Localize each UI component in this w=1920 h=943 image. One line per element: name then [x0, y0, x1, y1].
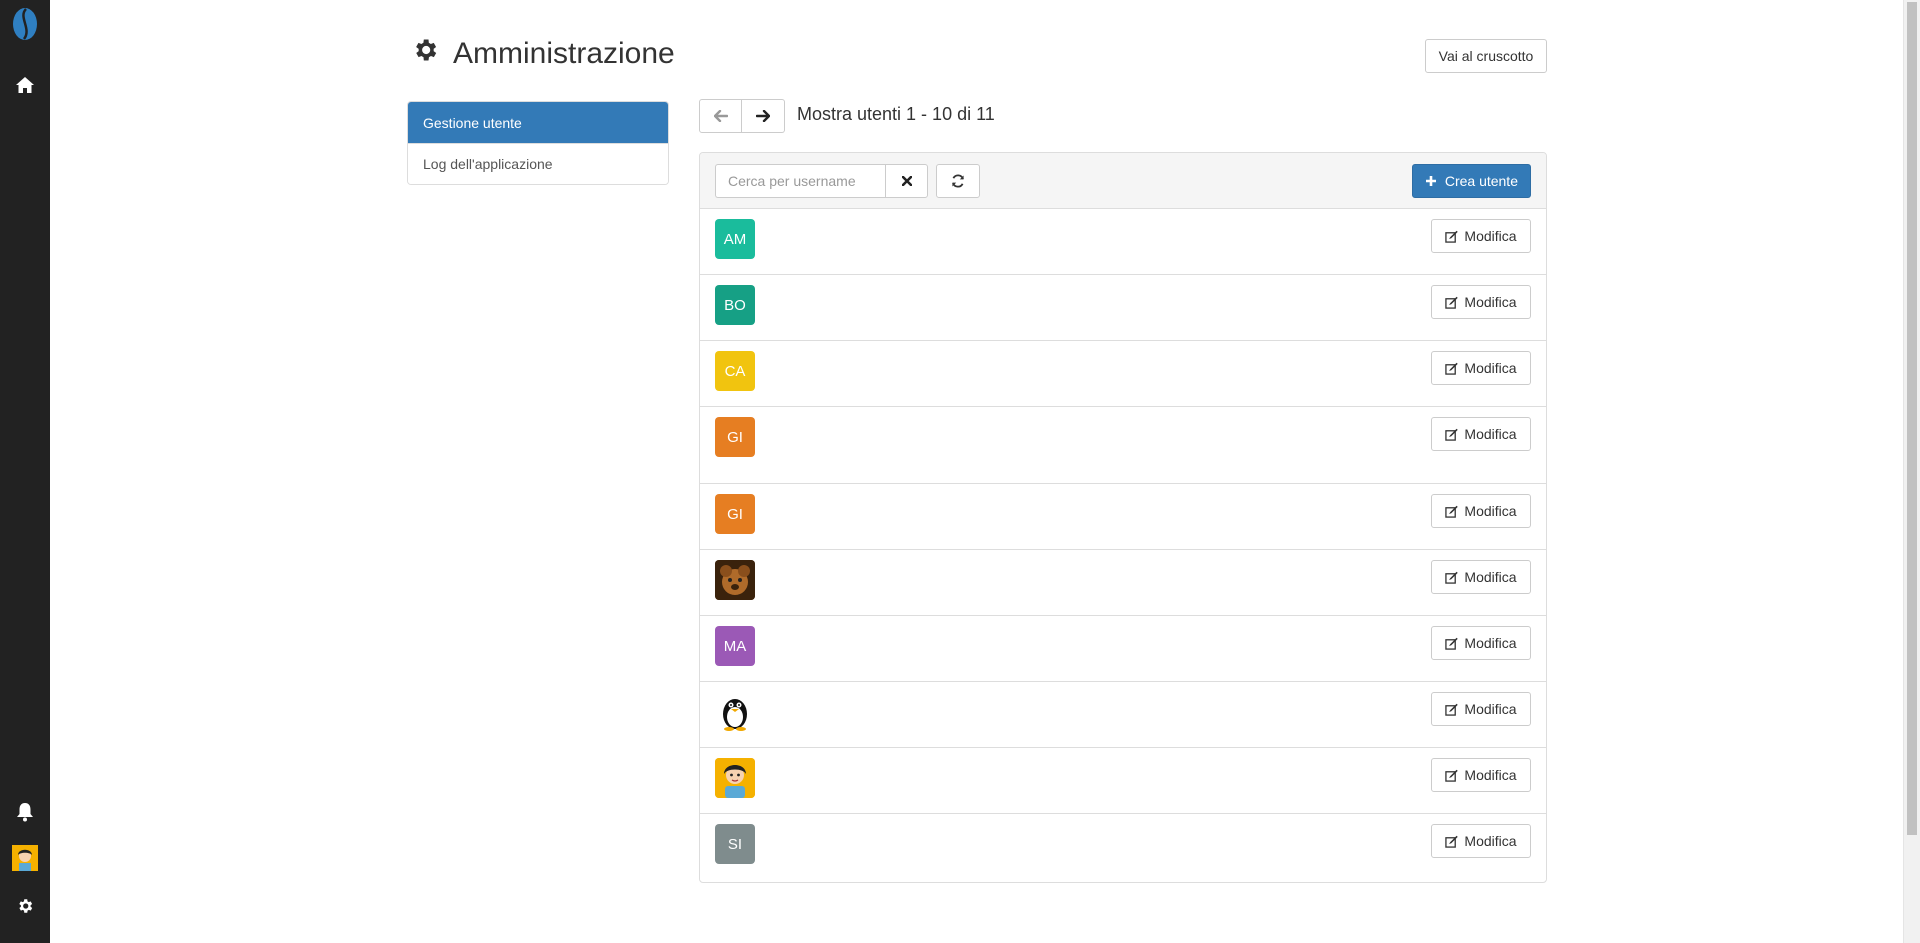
- user-initials: GI: [727, 505, 743, 523]
- user-avatar-icon[interactable]: [0, 838, 50, 878]
- edit-user-button[interactable]: Modifica: [1431, 285, 1531, 319]
- edit-icon: [1445, 505, 1459, 518]
- coffee-bean-logo-icon[interactable]: [0, 4, 50, 44]
- edit-icon: [1445, 703, 1459, 716]
- edit-user-button[interactable]: Modifica: [1431, 824, 1531, 858]
- pager-summary: Mostra utenti 1 - 10 di 11: [797, 104, 995, 124]
- edit-icon: [1445, 571, 1459, 584]
- edit-icon: [1445, 428, 1459, 441]
- edit-user-button[interactable]: Modifica: [1431, 692, 1531, 726]
- edit-icon: [1445, 769, 1459, 782]
- nav-item-user-management[interactable]: Gestione utente: [408, 102, 668, 143]
- user-avatar: CA: [715, 351, 755, 391]
- arrow-right-icon: [756, 110, 770, 122]
- user-row: GI Modifica: [700, 407, 1546, 484]
- edit-icon: [1445, 230, 1459, 243]
- user-avatar: GI: [715, 417, 755, 457]
- user-initials: AM: [723, 230, 747, 248]
- user-initials: GI: [727, 428, 743, 446]
- user-row: AM Modifica: [700, 209, 1546, 275]
- home-icon[interactable]: [0, 65, 50, 105]
- edit-user-button[interactable]: Modifica: [1431, 219, 1531, 253]
- page-title-text: Amministrazione: [453, 37, 675, 70]
- dog-photo-icon: [715, 560, 755, 600]
- edit-user-label: Modifica: [1464, 360, 1517, 376]
- bell-icon[interactable]: [0, 792, 50, 832]
- user-avatar: AM: [715, 219, 755, 259]
- gear-icon[interactable]: [0, 886, 50, 926]
- user-initials: BO: [724, 296, 746, 314]
- user-avatar: [715, 692, 755, 732]
- refresh-icon: [952, 174, 964, 188]
- user-initials: CA: [724, 362, 746, 380]
- user-row: BO Modifica: [700, 275, 1546, 341]
- edit-user-button[interactable]: Modifica: [1431, 417, 1531, 451]
- users-panel: Crea utente AM Modifica BO Modifica CA Modifi…: [699, 152, 1547, 883]
- user-row: Modifica: [700, 682, 1546, 748]
- user-avatar: SI: [715, 824, 755, 864]
- edit-icon: [1445, 835, 1459, 848]
- vertical-scrollbar[interactable]: [1903, 0, 1920, 943]
- penguin-photo-icon: [715, 692, 755, 732]
- edit-user-button[interactable]: Modifica: [1431, 758, 1531, 792]
- user-row: GI Modifica: [700, 484, 1546, 550]
- arrow-left-icon: [713, 110, 728, 122]
- create-user-label: Crea utente: [1444, 173, 1518, 189]
- previous-page-button[interactable]: [699, 99, 742, 133]
- pager: [699, 99, 785, 133]
- user-row: CA Modifica: [700, 341, 1546, 407]
- users-toolbar: Crea utente: [700, 153, 1546, 209]
- user-initials: MA: [723, 637, 747, 655]
- edit-user-label: Modifica: [1464, 228, 1517, 244]
- edit-icon: [1445, 362, 1459, 375]
- edit-user-label: Modifica: [1464, 503, 1517, 519]
- app-sidebar: [0, 0, 50, 943]
- close-icon: [901, 176, 912, 186]
- edit-user-label: Modifica: [1464, 635, 1517, 651]
- next-page-button[interactable]: [742, 99, 785, 133]
- edit-user-label: Modifica: [1464, 294, 1517, 310]
- admin-nav: Gestione utente Log dell'applicazione: [407, 101, 669, 185]
- edit-user-label: Modifica: [1464, 701, 1517, 717]
- plus-icon: [1425, 176, 1436, 186]
- edit-user-button[interactable]: Modifica: [1431, 626, 1531, 660]
- edit-user-label: Modifica: [1464, 833, 1517, 849]
- scrollbar-thumb[interactable]: [1907, 2, 1917, 835]
- user-row: SI Modifica: [700, 814, 1546, 880]
- user-avatar: [715, 758, 755, 798]
- edit-icon: [1445, 296, 1459, 309]
- cartoon-person-photo-icon: [715, 758, 755, 798]
- edit-user-button[interactable]: Modifica: [1431, 494, 1531, 528]
- user-avatar: GI: [715, 494, 755, 534]
- user-row: Modifica: [700, 550, 1546, 616]
- user-avatar: [715, 560, 755, 600]
- edit-user-label: Modifica: [1464, 426, 1517, 442]
- dashboard-button[interactable]: Vai al cruscotto: [1425, 39, 1547, 73]
- search-group: [715, 164, 928, 198]
- user-avatar: MA: [715, 626, 755, 666]
- create-user-button[interactable]: Crea utente: [1411, 164, 1531, 198]
- refresh-button[interactable]: [936, 164, 980, 198]
- gear-icon: [411, 36, 439, 72]
- edit-user-label: Modifica: [1464, 569, 1517, 585]
- clear-search-button[interactable]: [885, 164, 928, 198]
- user-avatar: BO: [715, 285, 755, 325]
- edit-icon: [1445, 637, 1459, 650]
- page-title: Amministrazione: [411, 36, 675, 72]
- edit-user-button[interactable]: Modifica: [1431, 351, 1531, 385]
- edit-user-label: Modifica: [1464, 767, 1517, 783]
- nav-item-application-log[interactable]: Log dell'applicazione: [408, 143, 668, 184]
- edit-user-button[interactable]: Modifica: [1431, 560, 1531, 594]
- user-row: MA Modifica: [700, 616, 1546, 682]
- user-list: AM Modifica BO Modifica CA Modifica GI Modifica…: [700, 209, 1546, 880]
- search-input[interactable]: [715, 164, 885, 198]
- user-row: Modifica: [700, 748, 1546, 814]
- user-initials: SI: [727, 835, 743, 853]
